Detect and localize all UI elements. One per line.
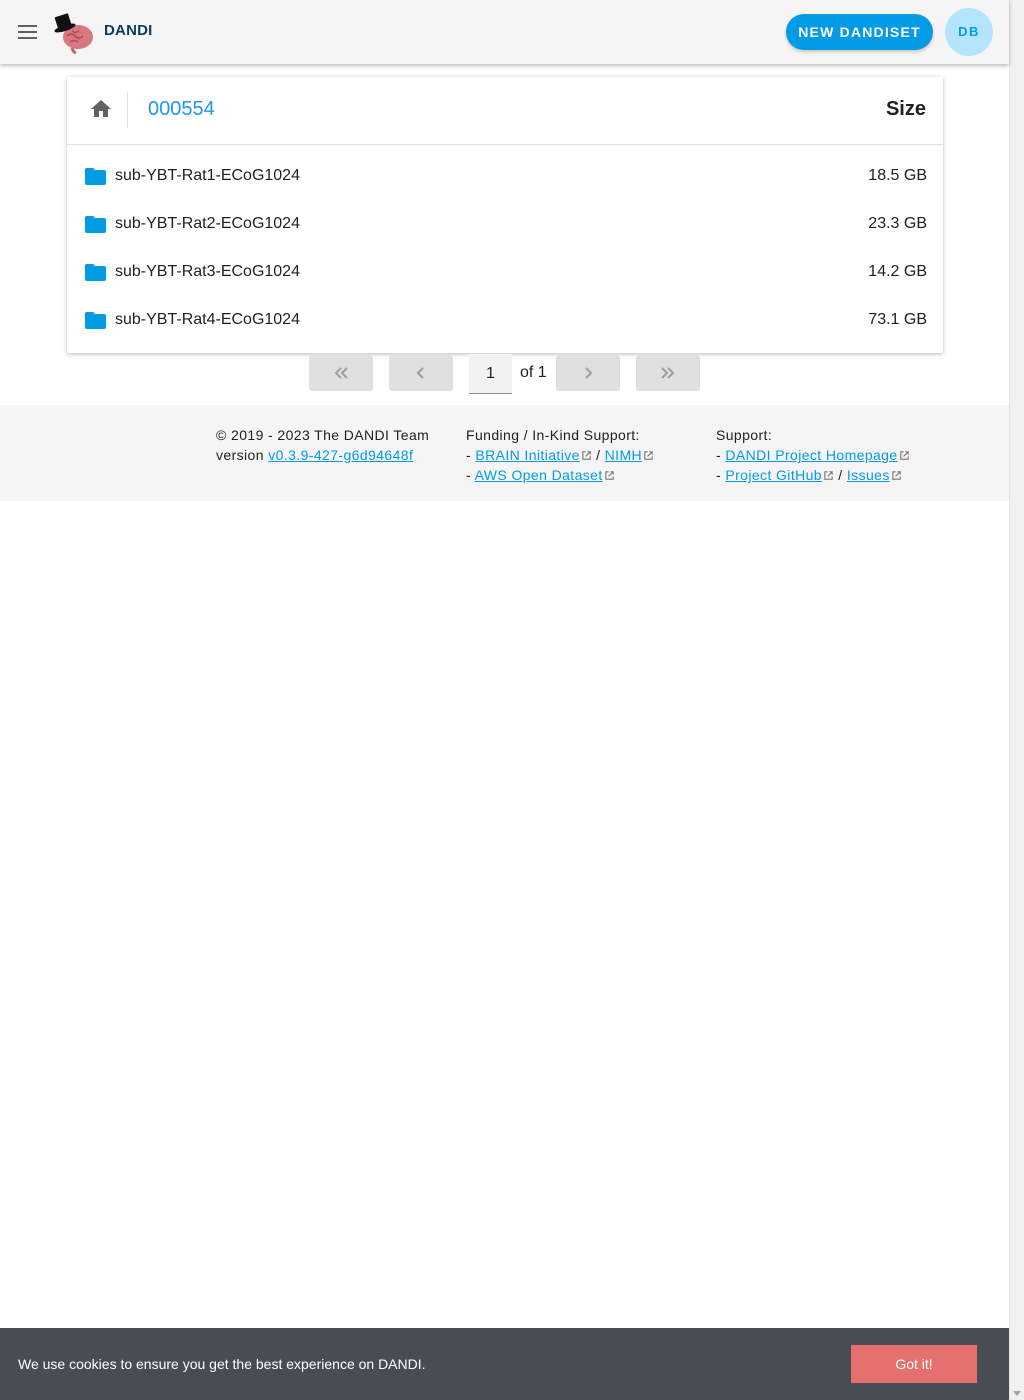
file-browser: 000554 Size sub-YBT-Rat1-ECoG1024 18.5 G… <box>67 77 943 353</box>
double-chevron-right-icon <box>661 367 675 379</box>
external-link-icon <box>824 471 833 480</box>
file-name[interactable]: sub-YBT-Rat3-ECoG1024 <box>115 263 300 281</box>
new-dandiset-button[interactable]: NEW DANDISET <box>786 14 933 50</box>
funding-line-2: - AWS Open Dataset <box>466 465 654 485</box>
support-title: Support: <box>716 427 773 443</box>
cookie-message: We use cookies to ensure you get the bes… <box>18 1356 426 1372</box>
page-scrollbar[interactable] <box>1009 0 1024 1400</box>
size-column-header: Size <box>885 98 926 120</box>
external-link-icon <box>582 451 591 460</box>
footer: © 2019 - 2023 The DANDI Team version v0.… <box>0 405 1009 501</box>
nimh-link[interactable]: NIMH <box>605 447 642 463</box>
file-name[interactable]: sub-YBT-Rat4-ECoG1024 <box>115 311 300 329</box>
scroll-down-arrow-icon[interactable] <box>1013 1391 1021 1396</box>
external-link-icon <box>892 471 901 480</box>
last-page-button[interactable] <box>636 355 700 391</box>
file-row[interactable]: sub-YBT-Rat2-ECoG1024 23.3 GB <box>67 201 943 249</box>
first-page-button[interactable] <box>309 355 373 391</box>
page-count-text: of 1 <box>520 364 547 381</box>
app-bar: DANDI NEW DANDISET DB <box>0 0 1009 64</box>
user-avatar[interactable]: DB <box>945 8 993 56</box>
file-size: 73.1 GB <box>868 311 927 328</box>
brain-initiative-link[interactable]: BRAIN Initiative <box>475 447 579 463</box>
breadcrumb-dandiset-id[interactable]: 000554 <box>148 98 215 121</box>
file-name[interactable]: sub-YBT-Rat1-ECoG1024 <box>115 167 300 185</box>
file-size: 14.2 GB <box>868 263 927 280</box>
funding-title: Funding / In-Kind Support: <box>466 427 640 443</box>
file-row[interactable]: sub-YBT-Rat4-ECoG1024 73.1 GB <box>67 297 943 345</box>
footer-support-column: Support: - DANDI Project Homepage - Proj… <box>716 425 910 485</box>
external-link-icon <box>899 451 909 460</box>
folder-icon <box>85 312 106 329</box>
accept-cookies-button[interactable]: Got it! <box>851 1345 977 1383</box>
dandi-logo[interactable] <box>52 10 96 54</box>
divider <box>127 92 128 128</box>
brand-name[interactable]: DANDI <box>104 22 153 39</box>
chevron-right-icon <box>585 367 593 379</box>
support-line-2: - Project GitHub / Issues <box>716 465 910 485</box>
home-icon[interactable] <box>89 97 113 121</box>
double-chevron-left-icon <box>334 367 348 379</box>
footer-copyright-column: © 2019 - 2023 The DANDI Team version v0.… <box>216 425 429 465</box>
copyright-text: © 2019 - 2023 The DANDI Team <box>216 427 430 443</box>
funding-line-1: - BRAIN Initiative / NIMH <box>466 445 654 465</box>
file-row[interactable]: sub-YBT-Rat3-ECoG1024 14.2 GB <box>67 249 943 297</box>
folder-icon <box>85 168 106 185</box>
page-number-input[interactable] <box>469 354 512 394</box>
external-link-icon <box>604 471 614 480</box>
aws-open-dataset-link[interactable]: AWS Open Dataset <box>475 467 603 483</box>
issues-link[interactable]: Issues <box>847 467 890 483</box>
dandi-homepage-link[interactable]: DANDI Project Homepage <box>725 447 897 463</box>
file-size: 23.3 GB <box>868 215 927 232</box>
project-github-link[interactable]: Project GitHub <box>725 467 822 483</box>
external-link-icon <box>644 451 653 460</box>
version-link[interactable]: v0.3.9-427-g6d94648f <box>268 447 413 463</box>
version-line: version v0.3.9-427-g6d94648f <box>216 445 429 465</box>
footer-funding-column: Funding / In-Kind Support: - BRAIN Initi… <box>466 425 654 485</box>
file-size: 18.5 GB <box>868 167 927 184</box>
chevron-left-icon <box>416 367 424 379</box>
file-name[interactable]: sub-YBT-Rat2-ECoG1024 <box>115 215 300 233</box>
file-browser-header: 000554 Size <box>67 77 943 145</box>
next-page-button[interactable] <box>556 355 620 391</box>
version-prefix: version <box>216 447 269 463</box>
menu-icon[interactable] <box>12 16 44 48</box>
support-line-1: - DANDI Project Homepage <box>716 445 910 465</box>
previous-page-button[interactable] <box>389 355 453 391</box>
file-list: sub-YBT-Rat1-ECoG1024 18.5 GB sub-YBT-Ra… <box>67 145 943 345</box>
folder-icon <box>85 264 106 281</box>
cookie-banner: We use cookies to ensure you get the bes… <box>0 1328 1009 1400</box>
file-row[interactable]: sub-YBT-Rat1-ECoG1024 18.5 GB <box>67 153 943 201</box>
folder-icon <box>85 216 106 233</box>
